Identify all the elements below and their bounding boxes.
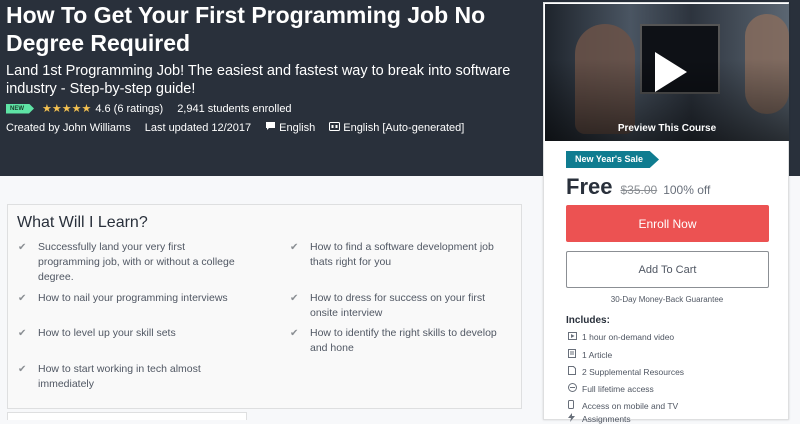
course-meta-row: Created by John Williams Last updated 12…: [6, 120, 464, 135]
includes-item: 1 Article: [568, 349, 612, 360]
students-enrolled: 2,941 students enrolled: [177, 102, 292, 115]
learn-item: ✔ How to dress for success on your first…: [290, 292, 486, 319]
check-icon: ✔: [18, 242, 27, 253]
learn-item: ✔ How to find a software development job…: [290, 241, 494, 268]
play-icon[interactable]: [641, 46, 693, 98]
original-price: $35.00: [620, 183, 658, 197]
check-icon: ✔: [18, 328, 27, 339]
purchase-sidebar: Preview This Course New Year's Sale Free…: [543, 2, 789, 424]
article-icon: [568, 349, 582, 360]
enroll-now-button[interactable]: Enroll Now: [566, 205, 769, 242]
course-preview-video[interactable]: Preview This Course: [545, 4, 789, 141]
check-icon: ✔: [18, 364, 27, 375]
what-will-i-learn-box: What Will I Learn? ✔ Successfully land y…: [7, 204, 522, 409]
rating-text[interactable]: 4.6 (6 ratings): [95, 103, 163, 115]
closed-caption-icon: [329, 121, 341, 134]
check-icon: ✔: [290, 242, 299, 253]
includes-item: Assignments: [568, 413, 631, 424]
discount-percent: 100% off: [663, 183, 711, 197]
rating-row: NEW ★★★★★ 4.6 (6 ratings) 2,941 students…: [6, 101, 292, 116]
learn-item: ✔ How to nail your programming interview…: [18, 292, 228, 304]
sale-tag: New Year's Sale: [566, 151, 660, 168]
learn-heading: What Will I Learn?: [17, 214, 148, 231]
check-icon: ✔: [290, 328, 299, 339]
instructor-credit[interactable]: Created by John Williams: [6, 122, 131, 134]
last-updated: Last updated 12/2017: [144, 121, 252, 134]
current-price: Free: [566, 174, 613, 199]
learn-item: ✔ Successfully land your very first prog…: [18, 241, 235, 283]
course-subtitle: Land 1st Programming Job! The easiest an…: [6, 63, 511, 97]
next-section-edge: [7, 412, 247, 420]
add-to-cart-button[interactable]: Add To Cart: [566, 251, 769, 288]
price-row: Free $35.00 100% off: [566, 174, 710, 200]
learn-item: ✔ How to identify the right skills to de…: [290, 327, 497, 354]
video-icon: [568, 332, 582, 342]
resource-icon: [568, 366, 582, 377]
mobile-icon: [568, 400, 582, 411]
assignment-icon: [568, 413, 582, 424]
course-language: English: [279, 121, 316, 134]
infinity-icon: [568, 383, 582, 394]
includes-item: 1 hour on-demand video: [568, 332, 674, 342]
speech-bubble-icon: [265, 121, 276, 134]
check-icon: ✔: [290, 293, 299, 304]
course-captions: English [Auto-generated]: [343, 121, 465, 134]
rating-stars-icon: ★★★★★: [42, 103, 92, 115]
course-title: How To Get Your First Programming Job No…: [6, 2, 486, 56]
learn-item: ✔ How to start working in tech almost im…: [18, 363, 201, 390]
preview-label: Preview This Course: [617, 123, 717, 134]
includes-item: Access on mobile and TV: [568, 400, 678, 411]
money-back-guarantee: 30-Day Money-Back Guarantee: [610, 295, 724, 304]
learn-item: ✔ How to level up your skill sets: [18, 327, 176, 339]
includes-item: Full lifetime access: [568, 383, 654, 394]
includes-item: 2 Supplemental Resources: [568, 366, 684, 377]
includes-heading: Includes:: [566, 315, 610, 326]
check-icon: ✔: [18, 293, 27, 304]
new-badge: NEW: [6, 103, 34, 114]
